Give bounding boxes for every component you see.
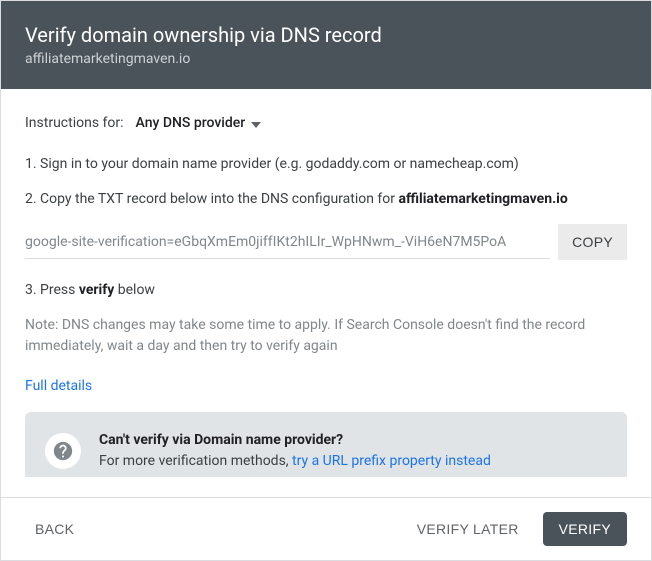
txt-record-row: COPY	[25, 224, 627, 260]
txt-record-input[interactable]	[25, 226, 550, 259]
verify-button[interactable]: VERIFY	[543, 512, 627, 546]
copy-button[interactable]: COPY	[558, 224, 627, 260]
help-panel: Can't verify via Domain name provider? F…	[25, 412, 627, 477]
step-1: 1. Sign in to your domain name provider …	[25, 154, 627, 175]
help-text: Can't verify via Domain name provider? F…	[99, 430, 491, 472]
help-title: Can't verify via Domain name provider?	[99, 430, 491, 451]
dialog-title: Verify domain ownership via DNS record	[25, 23, 627, 47]
step-2-prefix: 2. Copy the TXT record below into the DN…	[25, 191, 399, 207]
dns-provider-dropdown[interactable]: Any DNS provider	[136, 113, 262, 132]
instructions-row: Instructions for: Any DNS provider	[25, 113, 627, 132]
help-body: For more verification methods, try a URL…	[99, 451, 491, 472]
step-3-suffix: below	[114, 282, 155, 298]
step-3-prefix: 3. Press	[25, 282, 79, 298]
dialog-footer: BACK VERIFY LATER VERIFY	[1, 497, 651, 560]
step-3: 3. Press verify below	[25, 280, 627, 301]
chevron-down-icon	[251, 113, 261, 132]
step-3-bold: verify	[79, 282, 114, 298]
footer-left: BACK	[25, 513, 84, 545]
verify-later-button[interactable]: VERIFY LATER	[407, 513, 529, 545]
dialog-subtitle: affiliatemarketingmaven.io	[25, 51, 627, 67]
dns-provider-selected: Any DNS provider	[136, 115, 246, 131]
step-2: 2. Copy the TXT record below into the DN…	[25, 189, 627, 210]
dialog-header: Verify domain ownership via DNS record a…	[1, 1, 651, 89]
step-2-domain: affiliatemarketingmaven.io	[399, 191, 568, 207]
instructions-label: Instructions for:	[25, 115, 124, 131]
help-text-prefix: For more verification methods,	[99, 453, 292, 469]
back-button[interactable]: BACK	[25, 513, 84, 545]
url-prefix-link[interactable]: try a URL prefix property instead	[292, 451, 491, 472]
footer-right: VERIFY LATER VERIFY	[407, 512, 627, 546]
dialog-content: Instructions for: Any DNS provider 1. Si…	[1, 89, 651, 477]
dns-note: Note: DNS changes may take some time to …	[25, 315, 627, 357]
full-details-link[interactable]: Full details	[25, 378, 92, 394]
verify-domain-dialog: Verify domain ownership via DNS record a…	[0, 0, 652, 561]
question-icon	[45, 433, 81, 469]
